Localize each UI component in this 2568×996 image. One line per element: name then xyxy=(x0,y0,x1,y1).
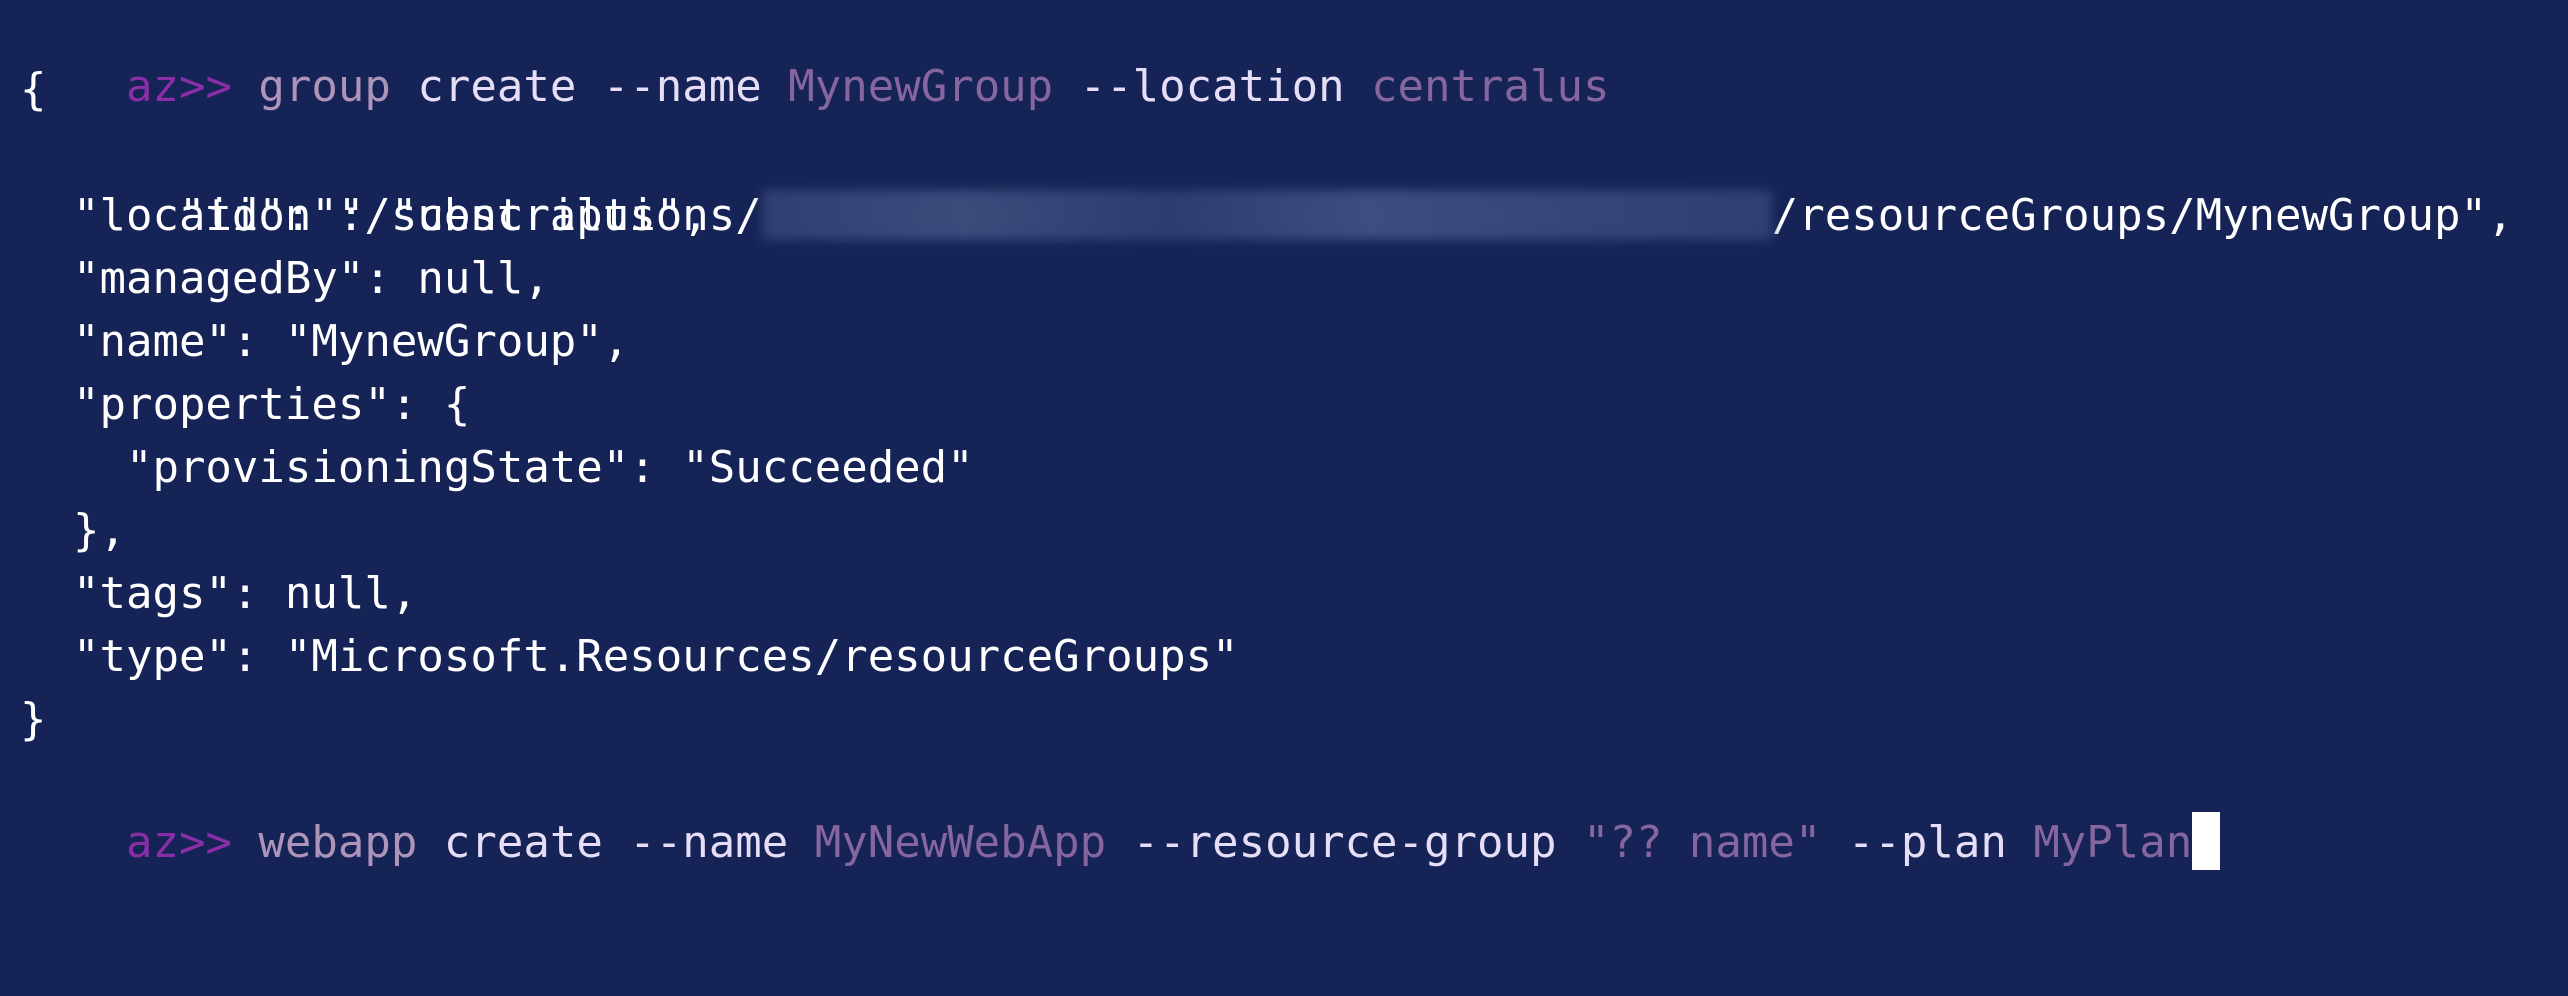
json-location-line: "location": "centralus", xyxy=(20,190,709,241)
flag-name: --name xyxy=(602,817,789,868)
prompt: az>> xyxy=(125,817,232,868)
flag-plan: --plan xyxy=(1821,817,2007,868)
prompt: az>> xyxy=(125,61,232,112)
json-type-line: "type": "Microsoft.Resources/resourceGro… xyxy=(20,631,1239,682)
json-properties-open-line: "properties": { xyxy=(20,379,471,430)
json-tags-line: "tags": null, xyxy=(20,568,418,619)
flag-name: --name xyxy=(576,61,762,112)
command-input-line[interactable]: az>> webapp create --name MyNewWebApp --… xyxy=(20,748,2221,870)
flag-value: MyNewWebApp xyxy=(788,817,1107,868)
flag-location: --location xyxy=(1053,61,1345,112)
json-properties-close-line: }, xyxy=(20,505,126,556)
json-close-brace: } xyxy=(20,694,47,745)
json-open-brace: { xyxy=(20,64,47,115)
command-line-group-create: az>> group create --name MynewGroup --lo… xyxy=(20,0,1610,112)
flag-value: MyPlan xyxy=(2006,817,2193,868)
json-id-suffix: /resourceGroups/MynewGroup", xyxy=(1771,190,2514,241)
json-provisioning-state-line: "provisioningState": "Succeeded" xyxy=(20,442,974,493)
subcommand-word: create xyxy=(390,61,577,112)
flag-value: "?? name" xyxy=(1556,817,1822,868)
flag-value: MynewGroup xyxy=(761,61,1054,112)
flag-resource-group: --resource-group xyxy=(1106,817,1557,868)
command-word: webapp xyxy=(231,817,418,868)
redacted-subscription-id xyxy=(761,190,1772,240)
json-managedby-line: "managedBy": null, xyxy=(20,253,550,304)
flag-value: centralus xyxy=(1344,61,1610,112)
command-word: group xyxy=(231,61,391,112)
json-name-line: "name": "MynewGroup", xyxy=(20,316,630,367)
terminal-window[interactable]: az>> group create --name MynewGroup --lo… xyxy=(0,0,2568,996)
subcommand-word: create xyxy=(417,817,603,868)
text-cursor xyxy=(2192,812,2221,870)
json-id-line: "id": "/subscriptions//resourceGroups/My… xyxy=(20,121,2513,241)
